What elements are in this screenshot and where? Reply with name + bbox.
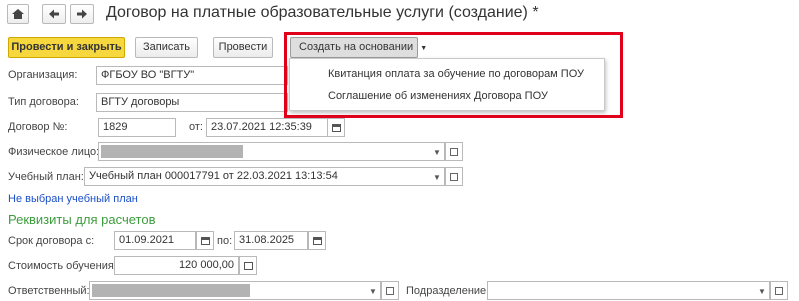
term-from-calendar-button[interactable]: [196, 231, 214, 250]
calendar-icon: [201, 237, 210, 245]
physical-person-field[interactable]: ▼: [98, 142, 445, 161]
cost-label: Стоимость обучения:: [8, 260, 117, 272]
chevron-down-icon[interactable]: ▼: [755, 283, 769, 299]
study-plan-label: Учебный план:: [8, 171, 84, 183]
contract-date-calendar-button[interactable]: [327, 118, 345, 137]
back-button[interactable]: [42, 4, 66, 24]
calendar-icon: [332, 124, 341, 132]
physical-person-label: Физическое лицо:: [8, 146, 100, 158]
responsible-open-button[interactable]: [381, 281, 399, 300]
physical-person-open-button[interactable]: [445, 142, 463, 161]
post-button[interactable]: Провести: [213, 37, 273, 58]
organization-label: Организация:: [8, 69, 78, 81]
section-title-payment: Реквизиты для расчетов: [8, 212, 156, 227]
contract-date-field[interactable]: 23.07.2021 12:35:39: [206, 118, 328, 137]
chevron-down-icon[interactable]: ▼: [430, 144, 444, 160]
term-to-calendar-button[interactable]: [308, 231, 326, 250]
study-plan-warning: Не выбран учебный план: [8, 193, 138, 205]
calendar-icon: [313, 237, 322, 245]
save-button[interactable]: Записать: [135, 37, 198, 58]
organization-field[interactable]: ФГБОУ ВО "ВГТУ": [96, 66, 288, 85]
home-icon: [12, 9, 24, 19]
redacted-value: [101, 145, 243, 158]
contract-term-label: Срок договора с:: [8, 235, 95, 247]
cost-calculator-button[interactable]: [239, 256, 257, 275]
responsible-field[interactable]: ▼: [89, 281, 381, 300]
contract-number-field[interactable]: 1829: [98, 118, 176, 137]
contract-type-field[interactable]: ВГТУ договоры: [96, 93, 288, 112]
contract-date-from-label: от:: [189, 121, 203, 133]
highlight-frame: [284, 32, 623, 118]
contract-number-label: Договор №:: [8, 121, 68, 133]
chevron-down-icon[interactable]: ▼: [430, 169, 444, 185]
contract-type-label: Тип договора:: [8, 96, 79, 108]
calculator-icon: [244, 262, 253, 270]
arrow-left-icon: [49, 9, 59, 19]
cost-field[interactable]: 120 000,00: [114, 256, 239, 275]
term-from-field[interactable]: 01.09.2021: [114, 231, 196, 250]
study-plan-open-button[interactable]: [445, 167, 463, 186]
division-field[interactable]: ▼: [487, 281, 770, 300]
open-icon: [386, 287, 394, 295]
study-plan-value: Учебный план 000017791 от 22.03.2021 13:…: [89, 170, 338, 182]
home-button[interactable]: [7, 4, 29, 24]
open-icon: [450, 173, 458, 181]
term-to-field[interactable]: 31.08.2025: [234, 231, 308, 250]
redacted-value: [92, 284, 250, 297]
open-icon: [450, 148, 458, 156]
arrow-right-icon: [77, 9, 87, 19]
term-to-label: по:: [217, 235, 233, 247]
chevron-down-icon[interactable]: ▼: [366, 283, 380, 299]
window-title: Договор на платные образовательные услуг…: [106, 4, 539, 21]
forward-button[interactable]: [70, 4, 94, 24]
division-open-button[interactable]: [770, 281, 788, 300]
study-plan-field[interactable]: Учебный план 000017791 от 22.03.2021 13:…: [84, 167, 445, 186]
open-icon: [775, 287, 783, 295]
division-label: Подразделение:: [406, 285, 490, 297]
post-and-close-button[interactable]: Провести и закрыть: [8, 37, 125, 58]
responsible-label: Ответственный:: [8, 285, 90, 297]
